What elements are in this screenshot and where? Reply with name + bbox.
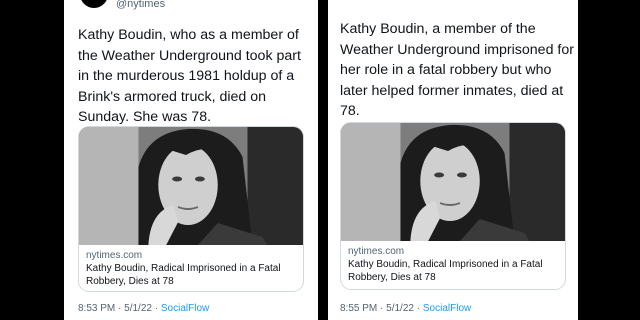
meta-separator: · bbox=[416, 303, 421, 314]
card-title: Kathy Boudin, Radical Imprisoned in a Fa… bbox=[348, 259, 543, 283]
card-domain: nytimes.com bbox=[86, 250, 143, 261]
tweet-date[interactable]: 5/1/22 bbox=[124, 303, 152, 314]
tweet-meta: 8:53 PM · 5/1/22 · SocialFlow bbox=[78, 303, 209, 314]
avatar[interactable] bbox=[78, 0, 110, 10]
tweet-left: @nytimes Kathy Boudin, who as a member o… bbox=[64, 0, 318, 320]
tweet-meta: 8:55 PM · 5/1/22 · SocialFlow bbox=[340, 303, 471, 314]
link-card[interactable]: nytimes.com Kathy Boudin, Radical Impris… bbox=[78, 126, 304, 292]
tweet-text: Kathy Boudin, who as a member of the Wea… bbox=[78, 27, 301, 126]
card-photo bbox=[79, 127, 303, 245]
tweet-time[interactable]: 8:55 PM bbox=[340, 303, 377, 314]
meta-separator: · bbox=[154, 303, 159, 314]
tweet-text: Kathy Boudin, a member of the Weather Un… bbox=[340, 21, 574, 120]
tweet-handle[interactable]: @nytimes bbox=[116, 0, 165, 10]
tweet-date[interactable]: 5/1/22 bbox=[386, 303, 414, 314]
card-domain: nytimes.com bbox=[348, 246, 405, 257]
tweet-right: Kathy Boudin, a member of the Weather Un… bbox=[328, 0, 578, 320]
tweet-source[interactable]: SocialFlow bbox=[423, 303, 471, 314]
card-photo bbox=[341, 123, 565, 241]
tweet-source[interactable]: SocialFlow bbox=[161, 303, 209, 314]
tweet-time[interactable]: 8:53 PM bbox=[78, 303, 115, 314]
card-title: Kathy Boudin, Radical Imprisoned in a Fa… bbox=[86, 263, 281, 287]
meta-separator: · bbox=[380, 303, 384, 314]
link-card[interactable]: nytimes.com Kathy Boudin, Radical Impris… bbox=[340, 122, 566, 290]
meta-separator: · bbox=[118, 303, 122, 314]
